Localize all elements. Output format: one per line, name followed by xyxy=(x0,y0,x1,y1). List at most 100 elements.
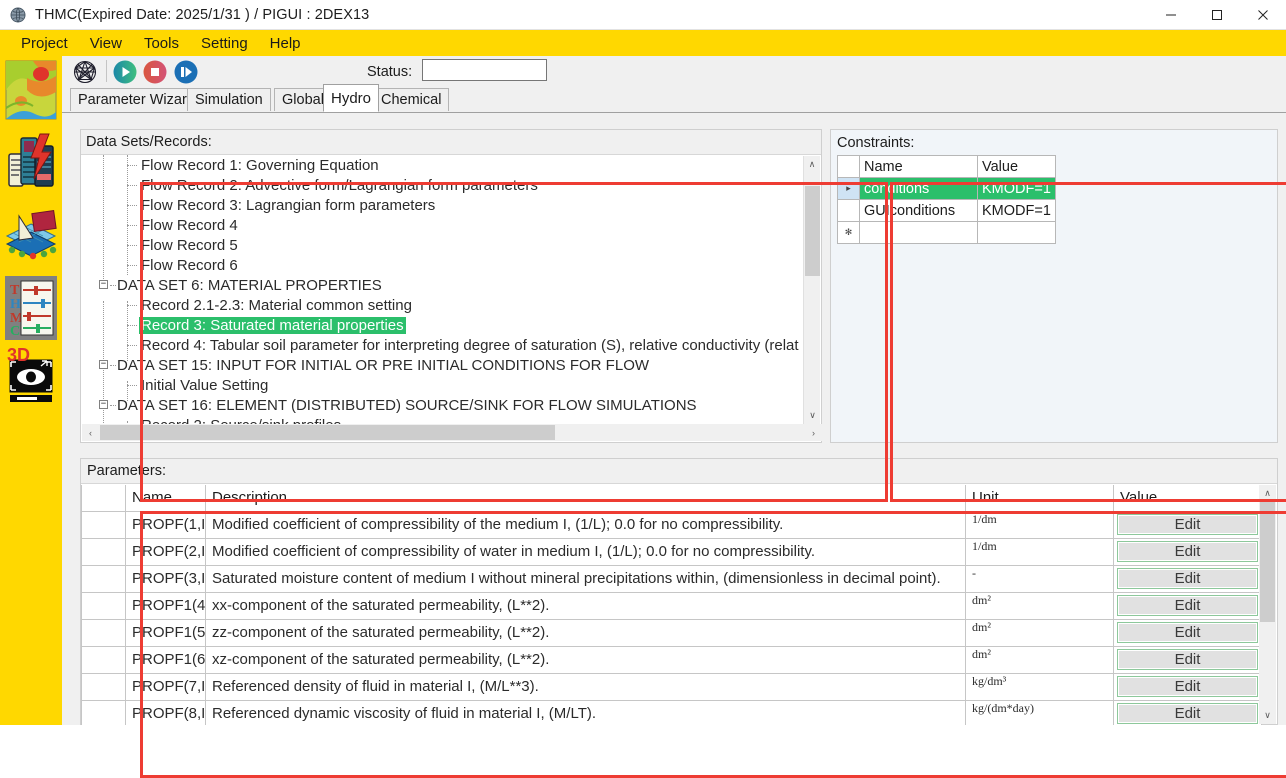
scroll-down-icon[interactable]: ∨ xyxy=(804,407,821,424)
edit-button[interactable]: Edit xyxy=(1117,514,1258,535)
parameter-description: Referenced dynamic viscosity of fluid in… xyxy=(205,699,966,725)
constraint-name[interactable]: conditions xyxy=(859,177,978,200)
scroll-thumb[interactable] xyxy=(1260,502,1275,622)
row-selector[interactable] xyxy=(81,699,126,725)
tree-node[interactable]: Flow Record 3: Lagrangian form parameter… xyxy=(81,195,804,215)
scroll-right-icon[interactable]: › xyxy=(805,424,822,441)
scroll-thumb-horizontal[interactable] xyxy=(100,425,555,440)
row-selector[interactable] xyxy=(81,618,126,647)
status-input[interactable] xyxy=(422,59,547,81)
edit-button[interactable]: Edit xyxy=(1117,622,1258,643)
parameters-vertical-scrollbar[interactable]: ∧ ∨ xyxy=(1259,485,1276,724)
menu-item-setting[interactable]: Setting xyxy=(190,33,259,54)
scroll-up-icon[interactable]: ∧ xyxy=(804,156,820,173)
parameter-name: PROPF(2,I) xyxy=(125,537,206,566)
edit-button[interactable]: Edit xyxy=(1117,595,1258,616)
tree-node[interactable]: Flow Record 5 xyxy=(81,235,804,255)
constraints-row[interactable]: GUIconditions KMODF=1 xyxy=(837,199,1056,222)
table-row[interactable]: PROPF(1,I) Modified coefficient of compr… xyxy=(81,510,1262,539)
sidebar-item-geology-map[interactable] xyxy=(5,60,57,124)
constraint-value[interactable] xyxy=(977,221,1056,244)
tree-node[interactable]: Flow Record 4 xyxy=(81,215,804,235)
row-selector[interactable] xyxy=(81,510,126,539)
scroll-up-icon[interactable]: ∧ xyxy=(1259,485,1276,502)
parameters-col-name[interactable]: Name xyxy=(125,485,206,512)
constraints-new-row[interactable]: ✻ xyxy=(837,221,1056,244)
constraint-value[interactable]: KMODF=1 xyxy=(977,199,1056,222)
collapse-expand-icon[interactable]: − xyxy=(99,280,108,289)
table-row[interactable]: PROPF(8,I) Referenced dynamic viscosity … xyxy=(81,699,1262,725)
sidebar-item-3d-viewer[interactable]: 3D xyxy=(5,348,57,412)
new-row-icon[interactable]: ✻ xyxy=(837,221,860,244)
constraints-row[interactable]: ▸ conditions KMODF=1 xyxy=(837,177,1056,200)
tab-hydro[interactable]: Hydro xyxy=(323,84,380,112)
scroll-thumb[interactable] xyxy=(805,186,820,276)
scroll-down-icon[interactable]: ∨ xyxy=(1259,707,1276,724)
edit-button[interactable]: Edit xyxy=(1117,703,1258,724)
tree-node[interactable]: Record 4: Tabular soil parameter for int… xyxy=(81,335,804,355)
scroll-left-icon[interactable]: ‹ xyxy=(82,424,99,441)
edit-button[interactable]: Edit xyxy=(1117,676,1258,697)
toolbar-separator xyxy=(106,60,107,82)
datasets-horizontal-scrollbar[interactable]: ‹ › xyxy=(82,424,822,441)
constraint-name[interactable] xyxy=(859,221,978,244)
table-row[interactable]: PROPF(7,I) Referenced density of fluid i… xyxy=(81,672,1262,701)
minimize-button[interactable] xyxy=(1148,0,1194,30)
tab-chemical[interactable]: Chemical xyxy=(373,88,450,111)
constraints-col-value[interactable]: Value xyxy=(977,155,1056,178)
parameters-col-unit[interactable]: Unit xyxy=(965,485,1114,512)
edit-button[interactable]: Edit xyxy=(1117,568,1258,589)
tree-node[interactable]: Flow Record 1: Governing Equation xyxy=(81,155,804,175)
close-button[interactable] xyxy=(1240,0,1286,30)
tab-simulation[interactable]: Simulation xyxy=(187,88,271,111)
parameter-name: PROPF(1,I) xyxy=(125,510,206,539)
constraints-col-name[interactable]: Name xyxy=(859,155,978,178)
menu-item-view[interactable]: View xyxy=(79,33,133,54)
constraints-grid[interactable]: Name Value ▸ conditions KMODF=1 GUIcondi… xyxy=(837,155,1056,244)
sidebar-item-thmc[interactable]: T H M C xyxy=(5,276,57,340)
tree-node[interactable]: Initial Value Setting xyxy=(81,375,804,395)
stop-icon[interactable] xyxy=(143,60,167,88)
edit-button[interactable]: Edit xyxy=(1117,541,1258,562)
collapse-expand-icon[interactable]: − xyxy=(99,360,108,369)
status-label: Status: xyxy=(367,64,413,80)
maximize-button[interactable] xyxy=(1194,0,1240,30)
table-row[interactable]: PROPF(3,I) Saturated moisture content of… xyxy=(81,564,1262,593)
tree-node[interactable]: − DATA SET 16: ELEMENT (DISTRIBUTED) SOU… xyxy=(81,395,804,415)
tree-node[interactable]: − DATA SET 6: MATERIAL PROPERTIES xyxy=(81,275,804,295)
parameters-col-value[interactable]: Value xyxy=(1113,485,1262,512)
constraint-value[interactable]: KMODF=1 xyxy=(977,177,1056,200)
tree-node-selected[interactable]: Record 3: Saturated material properties xyxy=(81,315,804,335)
datasets-tree[interactable]: Flow Record 1: Governing Equation Flow R… xyxy=(81,155,804,425)
parameters-col-description[interactable]: Description xyxy=(205,485,966,512)
parameters-grid[interactable]: Name Description Unit Value PROPF(1,I) M… xyxy=(81,485,1262,725)
table-row[interactable]: PROPF1(5,I) zz-component of the saturate… xyxy=(81,618,1262,647)
sidebar-item-mesh-layers[interactable] xyxy=(5,204,57,268)
menu-item-tools[interactable]: Tools xyxy=(133,33,190,54)
play-icon[interactable] xyxy=(113,60,137,88)
mesh-icon[interactable] xyxy=(72,59,98,85)
row-selector[interactable] xyxy=(81,645,126,674)
step-icon[interactable] xyxy=(174,60,198,88)
row-selector[interactable] xyxy=(81,564,126,593)
tree-node[interactable]: Flow Record 2: Advective form/Lagrangian… xyxy=(81,175,804,195)
tab-parameter-wizard[interactable]: Parameter Wizard xyxy=(70,88,203,111)
collapse-expand-icon[interactable]: − xyxy=(99,400,108,409)
application-window: THMC(Expired Date: 2025/1/31 ) / PIGUI :… xyxy=(0,0,1286,778)
table-row[interactable]: PROPF(2,I) Modified coefficient of compr… xyxy=(81,537,1262,566)
table-row[interactable]: PROPF1(4,I) xx-component of the saturate… xyxy=(81,591,1262,620)
tree-node[interactable]: − DATA SET 15: INPUT FOR INITIAL OR PRE … xyxy=(81,355,804,375)
menu-item-help[interactable]: Help xyxy=(259,33,312,54)
sidebar-item-database[interactable] xyxy=(5,132,57,196)
row-selector[interactable] xyxy=(81,672,126,701)
row-selector[interactable] xyxy=(81,591,126,620)
row-selector[interactable] xyxy=(81,537,126,566)
tree-connector xyxy=(127,245,137,246)
datasets-vertical-scrollbar[interactable]: ∧ ∨ xyxy=(803,156,820,424)
edit-button[interactable]: Edit xyxy=(1117,649,1258,670)
tree-node[interactable]: Flow Record 6 xyxy=(81,255,804,275)
table-row[interactable]: PROPF1(6,I) xz-component of the saturate… xyxy=(81,645,1262,674)
tree-node[interactable]: Record 2.1-2.3: Material common setting xyxy=(81,295,804,315)
constraint-name[interactable]: GUIconditions xyxy=(859,199,978,222)
menu-item-project[interactable]: Project xyxy=(10,33,79,54)
